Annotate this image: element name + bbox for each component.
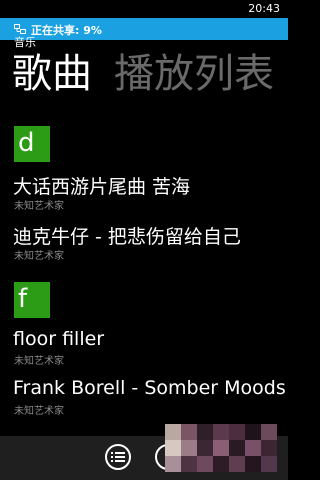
- song-title: 迪克牛仔 - 把悲伤留给自己: [13, 226, 241, 248]
- song-artist: 未知艺术家: [14, 406, 64, 417]
- list-button[interactable]: [105, 444, 131, 470]
- song-artist: 未知艺术家: [14, 356, 64, 367]
- pivot-item-playlists[interactable]: 播放列表: [114, 46, 274, 102]
- sharing-status-text: 正在共享: 9%: [31, 24, 102, 37]
- pivot-header: 歌曲 播放列表: [12, 46, 296, 106]
- song-title: Frank Borell - Somber Moods: [13, 377, 286, 399]
- share-icon: [14, 24, 26, 34]
- group-header-f[interactable]: f: [14, 282, 50, 318]
- song-title: floor filler: [13, 328, 105, 350]
- song-title: 大话西游片尾曲 苦海: [13, 176, 191, 198]
- group-header-d[interactable]: d: [14, 126, 50, 162]
- song-artist: 未知艺术家: [14, 251, 64, 262]
- list-icon: [111, 452, 125, 462]
- status-bar: 20:43: [0, 0, 288, 18]
- song-artist: 未知艺术家: [14, 201, 64, 212]
- pivot-item-songs[interactable]: 歌曲: [12, 46, 92, 102]
- pixelated-watermark: [165, 424, 277, 472]
- sharing-banner[interactable]: 正在共享: 9%: [0, 18, 288, 40]
- status-time: 20:43: [248, 2, 280, 15]
